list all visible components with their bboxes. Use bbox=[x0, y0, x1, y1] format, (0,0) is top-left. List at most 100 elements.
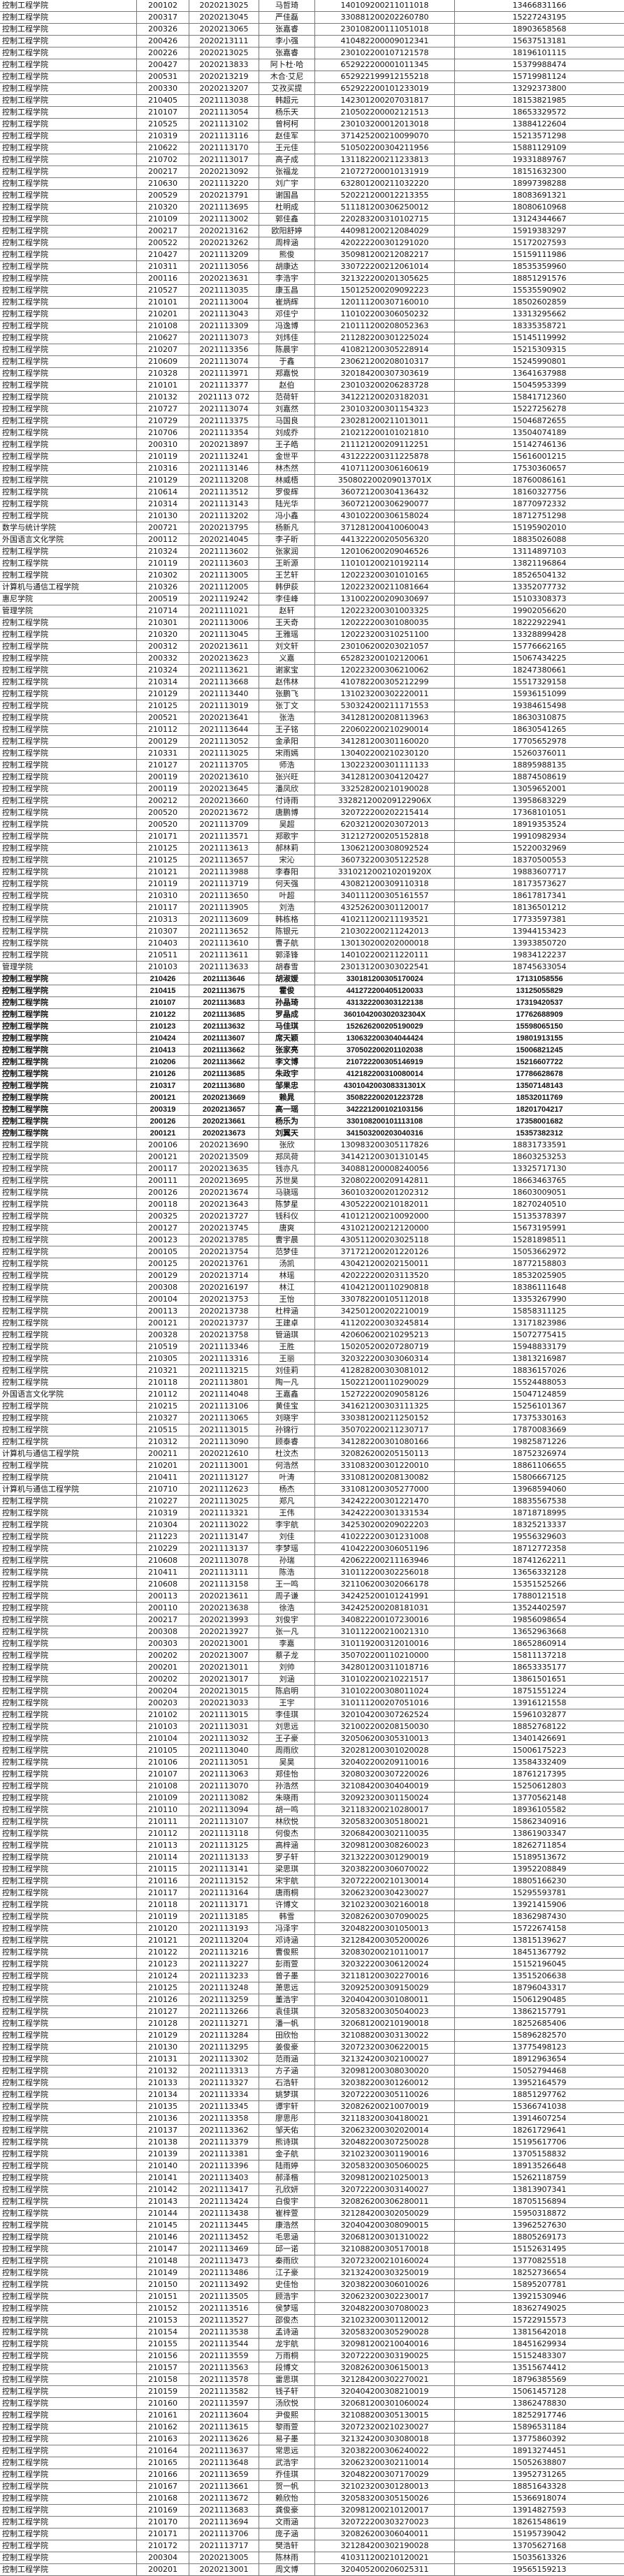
cell-student-id: 2020213007 bbox=[189, 1650, 259, 1661]
cell-class: 200113 bbox=[137, 1306, 189, 1317]
cell-student-id: 2021113438 bbox=[189, 2208, 259, 2219]
cell-name: 曹俊熙 bbox=[259, 1947, 315, 1958]
cell-phone: 18196101115 bbox=[512, 48, 567, 57]
cell-student-id: 2021113193 bbox=[189, 1923, 259, 1934]
cell-id-card: 130983200305117826 bbox=[315, 1140, 455, 1151]
cell-class: 210137 bbox=[137, 2125, 189, 2136]
cell-id-card: 371425200210099070 bbox=[315, 131, 455, 142]
cell-student-id: 2021113646 bbox=[189, 973, 259, 985]
table-row: 控制工程学院 200203 2020213033 王宇 3101112002070510… bbox=[0, 1698, 624, 1709]
table-row: 控制工程学院 210125 2021113613 郝林莉 130621200308092… bbox=[0, 843, 624, 855]
cell-class: 200111 bbox=[137, 1175, 189, 1186]
cell-college: 控制工程学院 bbox=[0, 878, 137, 890]
cell-college: 控制工程学院 bbox=[0, 2054, 137, 2065]
cell-id-card: 410211200211193521 bbox=[315, 914, 455, 925]
cell-id-card: 321284200302190028 bbox=[315, 2540, 455, 2552]
cell-college: 控制工程学院 bbox=[0, 1603, 137, 1614]
cell-college: 控制工程学院 bbox=[0, 1804, 137, 1816]
cell-phone: 15366918074 bbox=[512, 2494, 567, 2503]
cell-class: 210122 bbox=[137, 1947, 189, 1958]
cell-student-id: 2021113675 bbox=[189, 985, 259, 996]
cell-phone: 18770972332 bbox=[512, 499, 567, 508]
cell-class: 210155 bbox=[137, 2339, 189, 2350]
cell-college: 控制工程学院 bbox=[0, 760, 137, 771]
cell-student-id: 2020213927 bbox=[189, 1626, 259, 1637]
cell-id-card: 330881200202260780 bbox=[315, 12, 455, 23]
cell-student-id: 2021113354 bbox=[189, 427, 259, 439]
cell-class: 210109 bbox=[137, 214, 189, 225]
cell-student-id: 2021113396 bbox=[189, 2161, 259, 2172]
cell-name: 武浩宇 bbox=[259, 2457, 315, 2468]
cell-college: 控制工程学院 bbox=[0, 404, 137, 415]
cell-name: 史佳怡 bbox=[259, 2279, 315, 2290]
cell-id-card: 412182200310080014 bbox=[315, 1068, 455, 1080]
cell-name: 钱科仪 bbox=[259, 1211, 315, 1222]
cell-name: 罗俊辉 bbox=[259, 487, 315, 498]
cell-id-card: 321088200305170018 bbox=[315, 2244, 455, 2255]
cell-id-card: 320506200305310013 bbox=[315, 1733, 455, 1744]
cell-student-id: 2021113613 bbox=[189, 843, 259, 854]
table-row: 控制工程学院 200129 2020213714 林瑶 4202222002031135… bbox=[0, 1270, 624, 1282]
cell-name: 段博文 bbox=[259, 2362, 315, 2373]
cell-id-card: 320322200306120024 bbox=[315, 1959, 455, 1970]
table-row: 控制工程学院 210161 2021113604 尹俊熙 321088200305130… bbox=[0, 2410, 624, 2422]
cell-class: 210171 bbox=[137, 2529, 189, 2540]
cell-student-id: 2021113633 bbox=[189, 962, 259, 973]
cell-class: 210107 bbox=[137, 1769, 189, 1780]
cell-college: 控制工程学院 bbox=[0, 2208, 137, 2219]
table-row: 控制工程学院 210109 2021113002 郭佳鑫 220283200310102… bbox=[0, 214, 624, 226]
cell-name: 徐浩 bbox=[259, 1603, 315, 1614]
cell-student-id: 2021114048 bbox=[189, 1389, 259, 1400]
cell-class: 200104 bbox=[137, 1294, 189, 1305]
cell-id-card: 312127200205152818 bbox=[315, 831, 455, 842]
cell-college: 控制工程学院 bbox=[0, 1591, 137, 1602]
cell-name: 王昕源 bbox=[259, 558, 315, 569]
cell-student-id: 2021113073 bbox=[189, 332, 259, 344]
cell-phone: 18851643328 bbox=[512, 2482, 567, 2491]
cell-id-card: 320623200304230027 bbox=[315, 1887, 455, 1899]
cell-name: 范梦佳 bbox=[259, 1246, 315, 1258]
cell-name: 杨乐为 bbox=[259, 1116, 315, 1127]
cell-student-id: 2021113440 bbox=[189, 689, 259, 700]
cell-class: 210149 bbox=[137, 2267, 189, 2279]
cell-id-card: 230131200303022541 bbox=[315, 962, 455, 973]
cell-id-card: 320981200308030020 bbox=[315, 2066, 455, 2077]
cell-college: 控制工程学院 bbox=[0, 677, 137, 688]
cell-class: 210519 bbox=[137, 1341, 189, 1353]
cell-name: 孙锦行 bbox=[259, 1425, 315, 1436]
cell-phone: 18861106655 bbox=[512, 1461, 567, 1470]
cell-college: 控制工程学院 bbox=[0, 1128, 137, 1139]
cell-college: 管理学院 bbox=[0, 605, 137, 617]
table-row: 控制工程学院 200113 2020213611 周子谦 342425200101241… bbox=[0, 1591, 624, 1603]
cell-student-id: 2020213897 bbox=[189, 439, 259, 450]
cell-name: 郑凤荷 bbox=[259, 1151, 315, 1163]
cell-student-id: 2021113683 bbox=[189, 997, 259, 1008]
cell-phone: 19801913155 bbox=[516, 1034, 563, 1043]
cell-student-id: 2021113031 bbox=[189, 1721, 259, 1732]
cell-phone: 18663463765 bbox=[512, 1176, 567, 1185]
cell-id-card: 320583200305040023 bbox=[315, 2006, 455, 2017]
cell-college: 控制工程学院 bbox=[0, 748, 137, 759]
cell-student-id: 2020213611 bbox=[189, 1591, 259, 1602]
cell-class: 210110 bbox=[137, 1804, 189, 1816]
table-row: 控制工程学院 200125 2020213761 汤凯 4304212002021500… bbox=[0, 1258, 624, 1270]
cell-college: 控制工程学院 bbox=[0, 1413, 137, 1424]
cell-phone: 15379988474 bbox=[512, 60, 567, 69]
cell-student-id: 2021113695 bbox=[189, 202, 259, 213]
table-row: 控制工程学院 200308 2020216197 林江 4104212001102908… bbox=[0, 1282, 624, 1294]
cell-id-card: 320923200301150024 bbox=[315, 1793, 455, 1804]
cell-college: 控制工程学院 bbox=[0, 1650, 137, 1661]
cell-id-card: 130402200210230120 bbox=[315, 748, 455, 759]
cell-id-card: 342801200311018716 bbox=[315, 1662, 455, 1673]
cell-phone: 18603253253 bbox=[512, 1152, 567, 1161]
cell-class: 210321 bbox=[137, 1365, 189, 1376]
cell-class: 210229 bbox=[137, 1543, 189, 1554]
cell-college: 控制工程学院 bbox=[0, 1258, 137, 1269]
cell-student-id: 2020214045 bbox=[189, 534, 259, 545]
cell-student-id: 2021113685 bbox=[189, 1009, 259, 1020]
cell-phone: 13862157791 bbox=[512, 2007, 567, 2016]
table-row: 控制工程学院 200212 2020213660 付诗雨 332821200209122… bbox=[0, 795, 624, 807]
cell-class: 200105 bbox=[137, 1246, 189, 1258]
cell-id-card: 410482200009012341 bbox=[315, 36, 455, 47]
cell-id-card: 320803200307220026 bbox=[315, 1769, 455, 1780]
